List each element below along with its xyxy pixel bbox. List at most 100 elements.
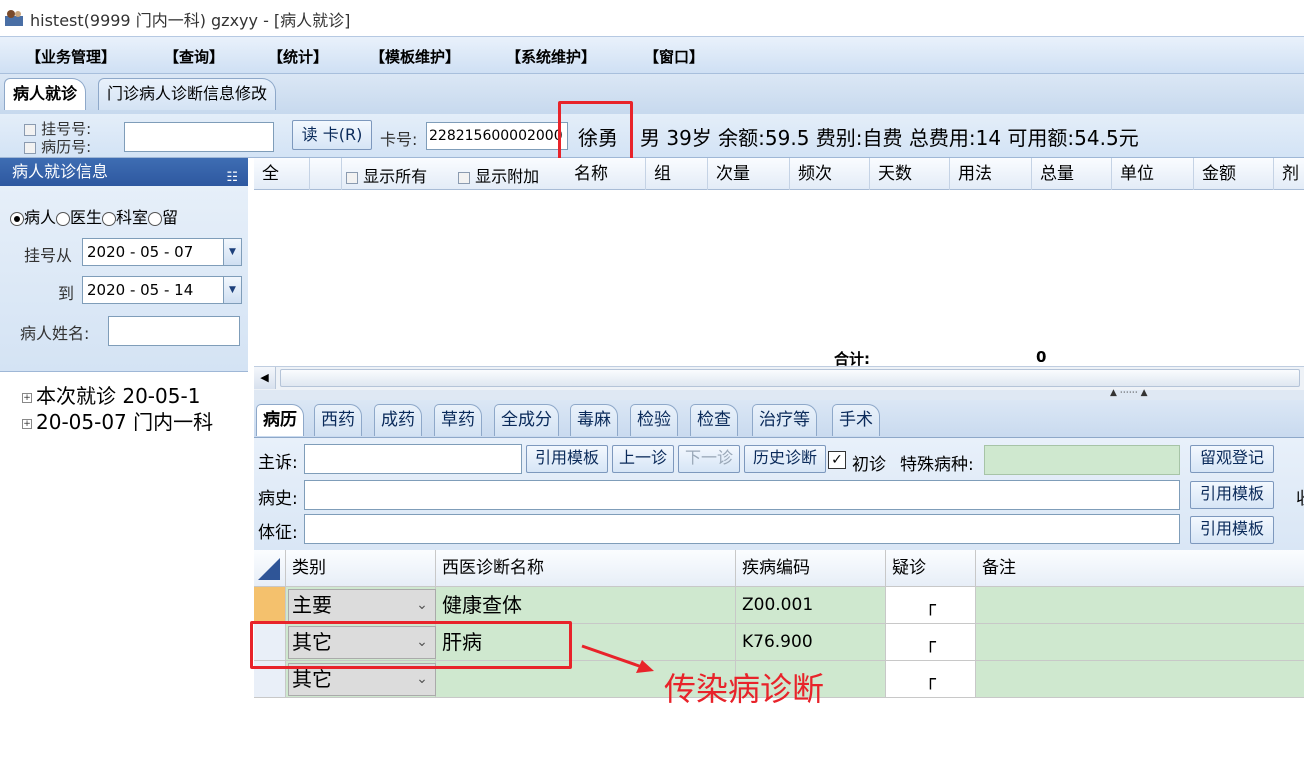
tab-full-ingredient[interactable]: 全成分: [494, 404, 559, 436]
cite-template-history-button[interactable]: 引用模板: [1190, 481, 1274, 509]
menu-business[interactable]: 【业务管理】: [26, 46, 116, 67]
category-cell[interactable]: 主要 ⌄: [286, 587, 436, 624]
disease-code-cell[interactable]: Z00.001: [736, 587, 886, 624]
tab-medical-record[interactable]: 病历: [256, 404, 304, 436]
col-disease-code[interactable]: 疾病编码: [736, 550, 886, 587]
card-no-input[interactable]: 228215600002000: [426, 122, 568, 150]
tab-western-medicine[interactable]: 西药: [314, 404, 362, 436]
radio-doctor[interactable]: [56, 211, 71, 226]
chevron-down-icon[interactable]: ▼: [223, 277, 241, 303]
col-group[interactable]: 组: [646, 158, 708, 190]
tab-diagnosis-edit[interactable]: 门诊病人诊断信息修改: [98, 78, 277, 110]
col-dosage-form[interactable]: 剂: [1274, 158, 1304, 190]
show-extra-checkbox[interactable]: [458, 171, 470, 184]
cite-template-signs-button[interactable]: 引用模板: [1190, 516, 1274, 544]
reg-to-date[interactable]: 2020 - 05 - 14 ▼: [82, 276, 242, 304]
radio-patient[interactable]: [10, 211, 24, 226]
suspect-checkbox-icon[interactable]: ┌: [925, 595, 936, 616]
menu-query[interactable]: 【查询】: [164, 46, 224, 67]
menu-statistics[interactable]: 【统计】: [268, 46, 328, 67]
left-panel: 病人就诊信息 ☷ 病人 医生 科室留 挂号从 2020 - 05 - 07 ▼ 到 …: [0, 158, 248, 781]
patient-name-input[interactable]: [108, 316, 240, 346]
show-all-checkbox[interactable]: [346, 171, 358, 184]
history-diagnosis-button[interactable]: 历史诊断: [744, 445, 826, 473]
col-remark[interactable]: 备注: [976, 550, 1304, 587]
reg-from-date[interactable]: 2020 - 05 - 07 ▼: [82, 238, 242, 266]
tree-item-current-visit[interactable]: + 本次就诊 20-05-1: [22, 380, 200, 409]
tab-surgery[interactable]: 手术: [832, 404, 880, 436]
menu-bar: 【业务管理】 【查询】 【统计】 【模板维护】 【系统维护】 【窗口】: [0, 36, 1304, 74]
special-disease-input[interactable]: [984, 445, 1180, 475]
category-value: 其它: [292, 667, 332, 691]
chevron-down-icon[interactable]: ⌄: [409, 590, 435, 621]
first-visit-checkbox[interactable]: ✓: [828, 451, 846, 469]
disease-code-cell[interactable]: K76.900: [736, 624, 886, 661]
tab-narcotics[interactable]: 毒麻: [570, 404, 618, 436]
suspect-cell[interactable]: ┌: [886, 661, 976, 698]
expand-icon[interactable]: +: [22, 418, 32, 429]
tree-item-label: 20-05-07 门内一科: [36, 410, 214, 434]
tab-treatment[interactable]: 治疗等: [752, 404, 817, 436]
prev-visit-button[interactable]: 上一诊: [612, 445, 674, 473]
history-input[interactable]: [304, 480, 1180, 510]
signs-input[interactable]: [304, 514, 1180, 544]
remark-cell[interactable]: [976, 587, 1304, 624]
col-total[interactable]: 总量: [1032, 158, 1112, 190]
col-name[interactable]: 名称: [566, 158, 646, 190]
select-all-corner[interactable]: [254, 550, 286, 587]
horizontal-scrollbar[interactable]: ◀: [254, 366, 1304, 390]
suspect-checkbox-icon[interactable]: ┌: [925, 669, 936, 690]
col-diagnosis-name[interactable]: 西医诊断名称: [436, 550, 736, 587]
col-frequency[interactable]: 频次: [790, 158, 870, 190]
row-selector[interactable]: [254, 587, 286, 624]
tab-patent-medicine[interactable]: 成药: [374, 404, 422, 436]
panel-splitter[interactable]: ▲ ⋯⋯ ▲: [254, 388, 1304, 400]
total-value: 0: [1036, 348, 1047, 366]
suspect-checkbox-icon[interactable]: ┌: [925, 632, 936, 653]
tab-herbal-medicine[interactable]: 草药: [434, 404, 482, 436]
radio-observe[interactable]: [148, 211, 163, 226]
splitter-grip-icon[interactable]: ▲ ⋯⋯ ▲: [1110, 388, 1148, 398]
reg-no-input[interactable]: [124, 122, 274, 152]
suspect-cell[interactable]: ┌: [886, 624, 976, 661]
observe-register-button[interactable]: 留观登记: [1190, 445, 1274, 473]
read-card-button[interactable]: 读 卡(R): [292, 120, 372, 150]
record-no-checkbox[interactable]: [24, 141, 36, 154]
diagnosis-name-cell[interactable]: 健康查体: [436, 587, 736, 624]
complaint-input[interactable]: [304, 444, 522, 474]
tab-patient-visit[interactable]: 病人就诊: [4, 78, 87, 110]
suspect-cell[interactable]: ┌: [886, 587, 976, 624]
col-suspect[interactable]: 疑诊: [886, 550, 976, 587]
menu-template[interactable]: 【模板维护】: [370, 46, 460, 67]
remark-cell[interactable]: [976, 624, 1304, 661]
menu-system[interactable]: 【系统维护】: [506, 46, 596, 67]
scrollbar-thumb[interactable]: [280, 369, 1300, 387]
corner-triangle-icon: [258, 558, 280, 580]
reg-no-checkbox[interactable]: [24, 123, 36, 136]
col-all[interactable]: 全: [254, 158, 310, 190]
table-row[interactable]: 主要 ⌄ 健康查体 Z00.001 ┌: [254, 587, 1304, 624]
col-usage[interactable]: 用法: [950, 158, 1032, 190]
col-dose[interactable]: 次量: [708, 158, 790, 190]
col-unit[interactable]: 单位: [1112, 158, 1194, 190]
card-no-label: 卡号:: [380, 130, 418, 149]
chevron-down-icon[interactable]: ▼: [223, 239, 241, 265]
next-visit-button[interactable]: 下一诊: [678, 445, 740, 473]
remark-cell[interactable]: [976, 661, 1304, 698]
show-all-option[interactable]: 显示所有: [346, 163, 427, 187]
col-amount[interactable]: 金额: [1194, 158, 1274, 190]
menu-window[interactable]: 【窗口】: [644, 46, 704, 67]
radio-patient-label: 病人: [24, 208, 57, 227]
record-no-option[interactable]: 病历号:: [24, 136, 91, 157]
col-category[interactable]: 类别: [286, 550, 436, 587]
tree-item-past-visit[interactable]: +20-05-07 门内一科: [22, 406, 213, 435]
tab-lab-test[interactable]: 检验: [630, 404, 678, 436]
show-extra-option[interactable]: 显示附加: [458, 163, 539, 187]
cite-template-button[interactable]: 引用模板: [526, 445, 608, 473]
expand-icon[interactable]: +: [22, 392, 32, 403]
radio-dept[interactable]: [102, 211, 117, 226]
category-select[interactable]: 主要 ⌄: [288, 589, 436, 622]
col-days[interactable]: 天数: [870, 158, 950, 190]
scroll-left-icon[interactable]: ◀: [254, 367, 276, 389]
tab-exam[interactable]: 检查: [690, 404, 738, 436]
